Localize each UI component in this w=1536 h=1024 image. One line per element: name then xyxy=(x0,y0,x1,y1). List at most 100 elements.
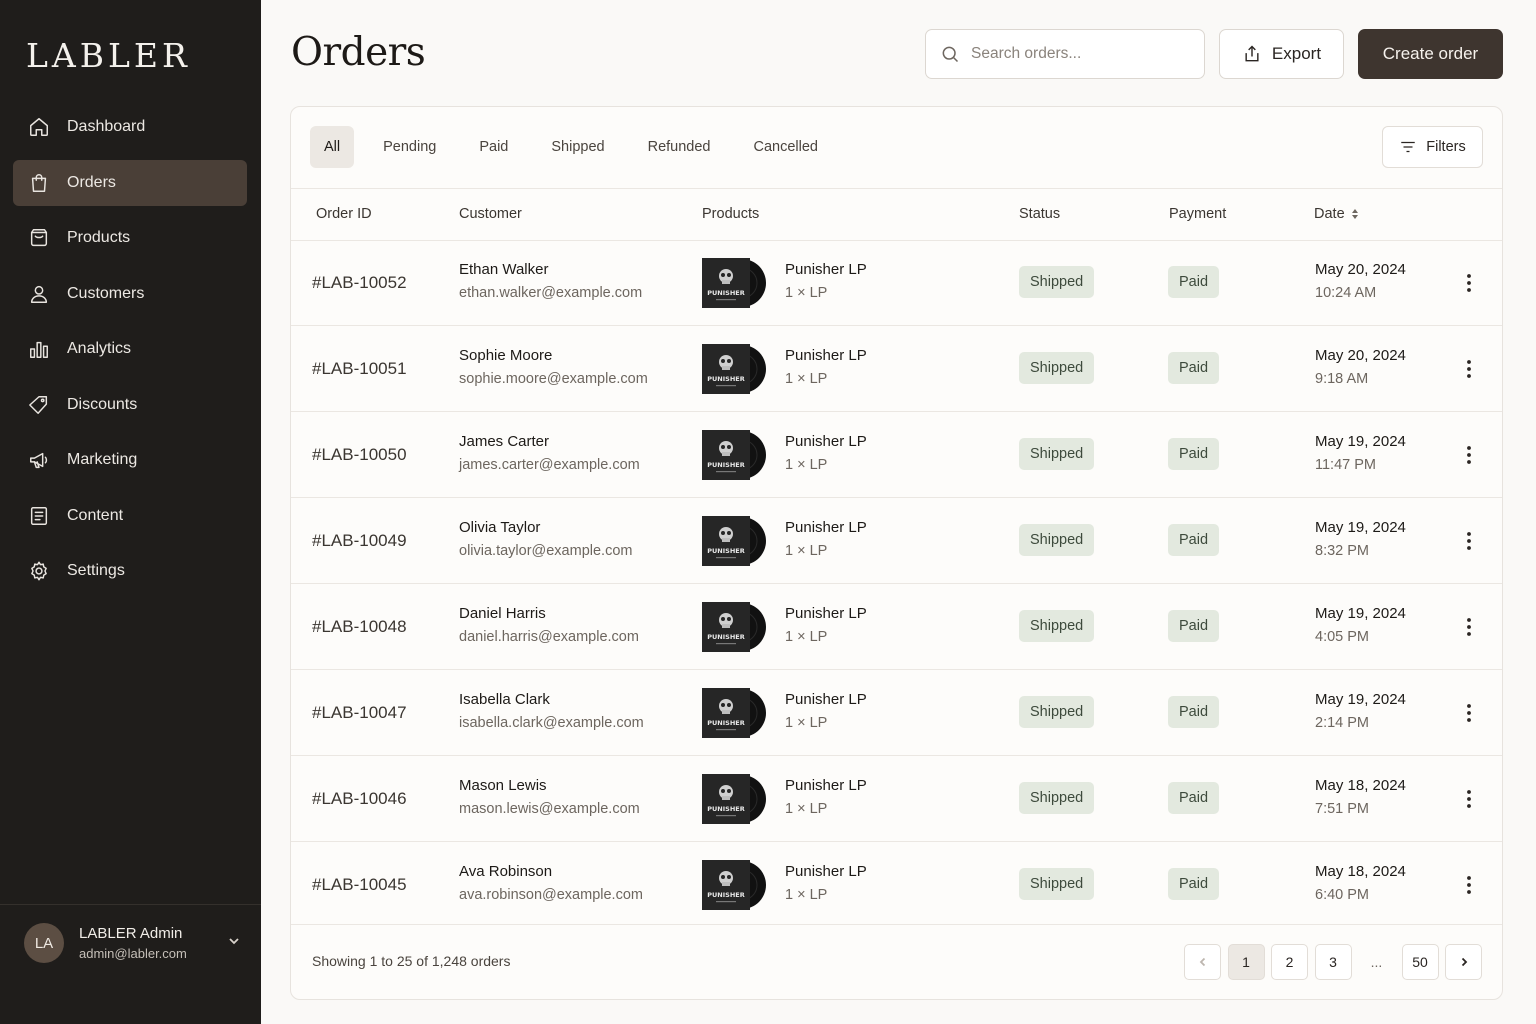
chevron-right-icon xyxy=(1461,957,1467,967)
package-icon xyxy=(27,226,51,250)
table-row[interactable]: #LAB-10051 Sophie Moore sophie.moore@exam… xyxy=(291,326,1502,412)
more-actions-icon[interactable] xyxy=(1459,787,1479,811)
date-cell: May 19, 2024 11:47 PM xyxy=(1315,433,1406,473)
album-cover-icon: PUNISHER xyxy=(702,516,766,566)
column-header-status[interactable]: Status xyxy=(1019,188,1060,240)
payment-badge: Paid xyxy=(1168,524,1220,556)
product-name: Punisher LP xyxy=(785,347,867,364)
album-cover-icon: PUNISHER xyxy=(702,774,766,824)
product-name: Punisher LP xyxy=(785,433,867,450)
table-row[interactable]: #LAB-10052 Ethan Walker ethan.walker@exam… xyxy=(291,240,1502,326)
prev-page-button[interactable] xyxy=(1184,944,1221,980)
search-box[interactable] xyxy=(925,29,1205,79)
brand-logo[interactable]: LABLER xyxy=(26,36,191,75)
table-row[interactable]: #LAB-10046 Mason Lewis mason.lewis@exampl… xyxy=(291,756,1502,842)
customer-cell: James Carter james.carter@example.com xyxy=(459,433,640,473)
album-thumbnail: PUNISHER xyxy=(702,602,768,652)
sort-icon[interactable] xyxy=(1350,208,1360,220)
more-actions-icon[interactable] xyxy=(1459,873,1479,897)
status-tabs: All Pending Paid Shipped Refunded Cancel… xyxy=(310,126,847,168)
column-header-payment[interactable]: Payment xyxy=(1169,188,1226,240)
product-name: Punisher LP xyxy=(785,691,867,708)
table-header: Order ID Customer Products Status Paymen… xyxy=(291,188,1502,240)
more-actions-icon[interactable] xyxy=(1459,443,1479,467)
date-cell: May 20, 2024 10:24 AM xyxy=(1315,261,1406,301)
tab-cancelled[interactable]: Cancelled xyxy=(739,126,832,168)
column-header-date[interactable]: Date xyxy=(1314,188,1360,240)
status-badge: Shipped xyxy=(1019,266,1095,298)
share-icon xyxy=(1245,45,1259,62)
filters-label: Filters xyxy=(1426,139,1466,155)
chevron-down-icon[interactable] xyxy=(226,933,242,954)
tab-refunded[interactable]: Refunded xyxy=(634,126,725,168)
payment-badge: Paid xyxy=(1168,438,1220,470)
order-date: May 19, 2024 xyxy=(1315,605,1406,622)
column-header-order-id[interactable]: Order ID xyxy=(316,188,372,240)
product-cell: Punisher LP 1 × LP xyxy=(785,691,867,731)
sidebar-item-dashboard[interactable]: Dashboard xyxy=(13,104,247,150)
sidebar-item-label: Settings xyxy=(67,562,125,579)
status-badge: Shipped xyxy=(1019,610,1095,642)
more-actions-icon[interactable] xyxy=(1459,615,1479,639)
column-header-products[interactable]: Products xyxy=(702,188,759,240)
bar-chart-icon xyxy=(27,337,51,361)
tab-pending[interactable]: Pending xyxy=(369,126,450,168)
customer-cell: Ethan Walker ethan.walker@example.com xyxy=(459,261,642,301)
tab-shipped[interactable]: Shipped xyxy=(537,126,618,168)
customer-cell: Mason Lewis mason.lewis@example.com xyxy=(459,777,640,817)
page-button-3[interactable]: 3 xyxy=(1314,944,1352,980)
sidebar-item-orders[interactable]: Orders xyxy=(13,159,247,206)
album-thumbnail: PUNISHER xyxy=(702,516,768,566)
gear-icon xyxy=(27,559,51,583)
user-info: LABLER Admin admin@labler.com xyxy=(79,925,226,961)
svg-text:PUNISHER: PUNISHER xyxy=(707,633,744,641)
filters-button[interactable]: Filters xyxy=(1382,126,1483,168)
tab-all[interactable]: All xyxy=(310,126,355,168)
page-button-1[interactable]: 1 xyxy=(1227,944,1265,980)
shopping-bag-icon xyxy=(27,171,51,195)
page-button-2[interactable]: 2 xyxy=(1271,944,1308,980)
order-id[interactable]: #LAB-10051 xyxy=(312,326,407,412)
payment-badge: Paid xyxy=(1168,782,1220,814)
next-page-button[interactable] xyxy=(1445,944,1482,980)
sidebar-item-products[interactable]: Products xyxy=(13,215,247,261)
table-row[interactable]: #LAB-10049 Olivia Taylor olivia.taylor@ex… xyxy=(291,498,1502,584)
order-id[interactable]: #LAB-10052 xyxy=(312,240,407,326)
order-id[interactable]: #LAB-10048 xyxy=(312,584,407,670)
table-row[interactable]: #LAB-10050 James Carter james.carter@exam… xyxy=(291,412,1502,498)
sidebar-item-discounts[interactable]: Discounts xyxy=(13,382,247,428)
product-cell: Punisher LP 1 × LP xyxy=(785,863,867,903)
sidebar-item-content[interactable]: Content xyxy=(13,493,247,539)
sidebar-item-analytics[interactable]: Analytics xyxy=(13,326,247,372)
more-actions-icon[interactable] xyxy=(1459,271,1479,295)
export-button[interactable]: Export xyxy=(1219,29,1344,79)
search-input[interactable] xyxy=(971,45,1191,63)
more-actions-icon[interactable] xyxy=(1459,701,1479,725)
order-id[interactable]: #LAB-10050 xyxy=(312,412,407,498)
date-cell: May 20, 2024 9:18 AM xyxy=(1315,347,1406,387)
album-cover-icon: PUNISHER xyxy=(702,860,766,910)
order-id[interactable]: #LAB-10049 xyxy=(312,498,407,584)
more-actions-icon[interactable] xyxy=(1459,529,1479,553)
order-date: May 19, 2024 xyxy=(1315,691,1406,708)
product-quantity: 1 × LP xyxy=(785,887,828,903)
more-actions-icon[interactable] xyxy=(1459,357,1479,381)
tab-paid[interactable]: Paid xyxy=(465,126,522,168)
sidebar-item-settings[interactable]: Settings xyxy=(13,548,247,594)
order-id[interactable]: #LAB-10047 xyxy=(312,670,407,756)
sidebar-item-label: Products xyxy=(67,229,131,246)
column-header-customer[interactable]: Customer xyxy=(459,188,522,240)
table-row[interactable]: #LAB-10045 Ava Robinson ava.robinson@exam… xyxy=(291,842,1502,928)
page-button-50[interactable]: 50 xyxy=(1401,944,1439,980)
table-row[interactable]: #LAB-10048 Daniel Harris daniel.harris@ex… xyxy=(291,584,1502,670)
create-order-button[interactable]: Create order xyxy=(1358,29,1503,79)
sidebar-item-label: Discounts xyxy=(67,395,138,413)
sidebar-item-customers[interactable]: Customers xyxy=(13,271,247,317)
table-row[interactable]: #LAB-10047 Isabella Clark isabella.clark@… xyxy=(291,670,1502,756)
order-id[interactable]: #LAB-10046 xyxy=(312,756,407,842)
user-menu[interactable]: LA LABLER Admin admin@labler.com xyxy=(24,922,242,964)
page-ellipsis: ... xyxy=(1370,954,1383,970)
sidebar-item-marketing[interactable]: Marketing xyxy=(13,437,247,483)
order-time: 10:24 AM xyxy=(1315,285,1377,301)
order-id[interactable]: #LAB-10045 xyxy=(312,842,407,928)
